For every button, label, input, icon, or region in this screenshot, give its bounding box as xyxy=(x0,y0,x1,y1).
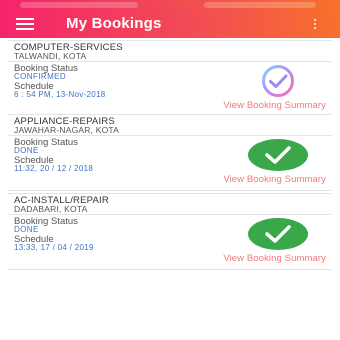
schedule-value: 6 : 54 PM, 13-Nov-2018 xyxy=(14,90,106,99)
gradient-check-circle-icon xyxy=(262,65,294,97)
divider xyxy=(8,61,332,62)
service-location: JAWAHAR-NAGAR, KOTA xyxy=(14,125,120,135)
view-booking-summary-link[interactable]: View Booking Summary xyxy=(223,253,326,264)
booking-status-value: DONE xyxy=(14,146,39,155)
service-location: TALWANDI, KOTA xyxy=(14,51,87,61)
status-notification-pill xyxy=(20,2,138,8)
divider xyxy=(8,269,332,270)
divider xyxy=(8,40,332,41)
status-notification-pill xyxy=(204,2,316,8)
service-location: DADABARI, KOTA xyxy=(14,204,88,214)
schedule-value: 13:33, 17 / 04 / 2019 xyxy=(14,243,94,252)
booking-status-value: DONE xyxy=(14,225,39,234)
more-vertical-icon[interactable] xyxy=(312,19,318,33)
divider xyxy=(8,114,332,115)
hamburger-menu-icon[interactable] xyxy=(16,18,38,32)
status-bar xyxy=(0,0,340,10)
booking-status-value: CONFIRMED xyxy=(14,72,67,81)
green-check-badge-icon xyxy=(248,218,308,250)
view-booking-summary-link[interactable]: View Booking Summary xyxy=(223,174,326,185)
app-bar: My Bookings xyxy=(0,10,340,38)
page-title: My Bookings xyxy=(66,15,162,32)
booking-card[interactable]: AC-INSTALL/REPAIR DADABARI, KOTA Booking… xyxy=(8,193,332,271)
divider xyxy=(8,135,332,136)
booking-card[interactable]: APPLIANCE-REPAIRS JAWAHAR-NAGAR, KOTA Bo… xyxy=(8,114,332,192)
view-booking-summary-link[interactable]: View Booking Summary xyxy=(223,100,326,111)
schedule-value: 11:32, 20 / 12 / 2018 xyxy=(14,164,94,173)
divider xyxy=(8,214,332,215)
green-check-badge-icon xyxy=(248,139,308,171)
divider xyxy=(8,190,332,191)
booking-card[interactable]: COMPUTER-SERVICES TALWANDI, KOTA Booking… xyxy=(8,40,332,118)
divider xyxy=(8,193,332,194)
